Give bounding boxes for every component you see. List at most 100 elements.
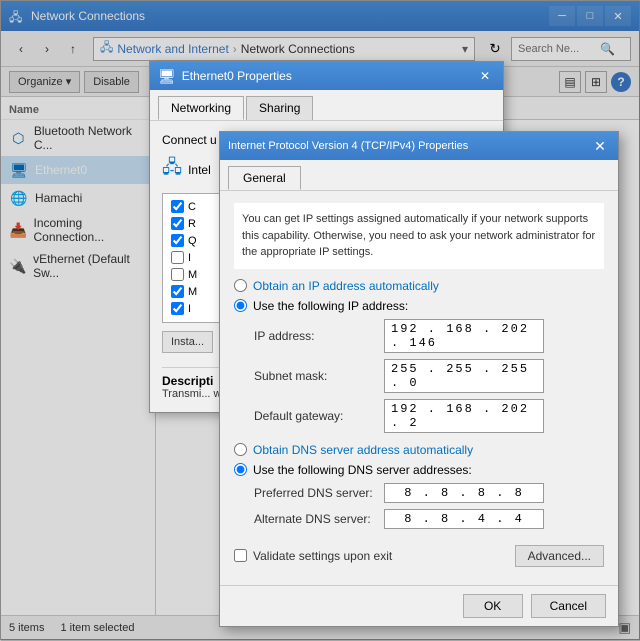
alternate-dns-row: Alternate DNS server: 8 . 8 . 4 . 4 (254, 509, 604, 529)
intel-label: Intel (188, 163, 211, 177)
radio-obtain-dns-auto-label: Obtain DNS server address automatically (253, 443, 473, 457)
col-header-name: Name (1, 101, 155, 120)
ethernet0-icon: 🖥 (9, 160, 29, 180)
radio-obtain-dns-auto-input[interactable] (234, 443, 247, 456)
items-count: 5 items (9, 622, 44, 634)
sidebar-item-bluetooth[interactable]: ⬡ Bluetooth Network C... (1, 120, 155, 156)
ip-address-label: IP address: (254, 329, 384, 343)
tcp-info-text: You can get IP settings assigned automat… (234, 203, 604, 269)
title-bar: 🖧 Network Connections ─ □ ✕ (1, 1, 639, 31)
disable-button[interactable]: Disable (84, 71, 139, 93)
name-column-header: Name (9, 104, 39, 116)
address-crumb1: Network and Internet (117, 42, 228, 56)
intel-icon: 🖧 (162, 155, 182, 185)
hamachi-icon: 🌐 (9, 188, 29, 208)
ethernet-modal-title: Ethernet0 Properties (182, 69, 475, 83)
sidebar-label-ethernet0: Ethernet0 (35, 163, 87, 177)
ip-address-row: IP address: 192 . 168 . 202 . 146 (254, 319, 604, 353)
tab-general[interactable]: General (228, 166, 301, 190)
help-button[interactable]: ? (611, 72, 631, 92)
radio-obtain-dns-auto[interactable]: Obtain DNS server address automatically (234, 443, 604, 457)
sidebar-label-bluetooth: Bluetooth Network C... (34, 124, 147, 152)
view-toggle-button[interactable]: ⊞ (585, 71, 607, 93)
back-button[interactable]: ‹ (9, 37, 33, 61)
dropdown-icon[interactable]: ▾ (462, 42, 468, 56)
radio-use-following-dns[interactable]: Use the following DNS server addresses: (234, 463, 604, 477)
address-sep1: › (233, 42, 237, 56)
refresh-button[interactable]: ↻ (483, 37, 507, 61)
ip-fields-group: IP address: 192 . 168 . 202 . 146 Subnet… (254, 319, 604, 433)
radio-use-following-label: Use the following IP address: (253, 299, 408, 313)
nav-buttons: ‹ › ↑ (9, 37, 85, 61)
search-input[interactable] (518, 43, 598, 55)
main-window: 🖧 Network Connections ─ □ ✕ ‹ › ↑ 🖧 Netw… (0, 0, 640, 640)
preferred-dns-field[interactable]: 8 . 8 . 8 . 8 (384, 483, 544, 503)
ethernet-modal-titlebar: 🖥 Ethernet0 Properties ✕ (150, 62, 503, 90)
organize-button[interactable]: Organize ▾ (9, 71, 80, 93)
install-button[interactable]: Insta... (162, 331, 213, 353)
selected-count: 1 item selected (60, 622, 134, 634)
radio-obtain-auto-label: Obtain an IP address automatically (253, 279, 439, 293)
tcp-tab-bar: General (220, 160, 618, 191)
incoming-icon: 📥 (9, 220, 28, 240)
subnet-mask-label: Subnet mask: (254, 369, 384, 383)
default-gateway-row: Default gateway: 192 . 168 . 202 . 2 (254, 399, 604, 433)
validate-checkbox[interactable] (234, 549, 247, 562)
dialog-buttons: OK Cancel (220, 585, 618, 626)
radio-obtain-auto[interactable]: Obtain an IP address automatically (234, 279, 604, 293)
ethernet-modal-icon: 🖥 (158, 68, 176, 85)
organize-dropdown-icon: ▾ (66, 76, 72, 88)
sidebar-label-hamachi: Hamachi (35, 191, 82, 205)
address-bar[interactable]: 🖧 Network and Internet › Network Connect… (93, 37, 475, 61)
radio-obtain-auto-input[interactable] (234, 279, 247, 292)
preferred-dns-row: Preferred DNS server: 8 . 8 . 8 . 8 (254, 483, 604, 503)
address-icon: 🖧 (100, 38, 113, 59)
radio-use-following-dns-input[interactable] (234, 463, 247, 476)
subnet-mask-row: Subnet mask: 255 . 255 . 255 . 0 (254, 359, 604, 393)
maximize-button[interactable]: □ (577, 6, 603, 26)
vethernet-icon: 🔌 (9, 256, 27, 276)
sidebar-item-incoming[interactable]: 📥 Incoming Connection... (1, 212, 155, 248)
ethernet-modal-tabs: Networking Sharing (150, 90, 503, 121)
sidebar-item-ethernet0[interactable]: 🖥 Ethernet0 (1, 156, 155, 184)
tab-sharing[interactable]: Sharing (246, 96, 313, 120)
view-details-button[interactable]: ▤ (559, 71, 581, 93)
ethernet-modal-close[interactable]: ✕ (475, 67, 495, 85)
default-gateway-field[interactable]: 192 . 168 . 202 . 2 (384, 399, 544, 433)
sidebar-label-incoming: Incoming Connection... (34, 216, 148, 244)
sidebar: Name ⬡ Bluetooth Network C... 🖥 Ethernet… (1, 97, 156, 615)
validate-checkbox-row: Validate settings upon exit (234, 549, 392, 563)
tab-networking[interactable]: Networking (158, 96, 244, 120)
title-bar-controls: ─ □ ✕ (549, 6, 631, 26)
tcp-properties-modal: Internet Protocol Version 4 (TCP/IPv4) P… (219, 131, 619, 627)
cancel-button[interactable]: Cancel (531, 594, 606, 618)
tcp-modal-title: Internet Protocol Version 4 (TCP/IPv4) P… (228, 140, 590, 152)
tcp-modal-close[interactable]: ✕ (590, 137, 610, 155)
minimize-button[interactable]: ─ (549, 6, 575, 26)
search-box: 🔍 (511, 37, 631, 61)
address-crumb2: Network Connections (241, 42, 355, 56)
subnet-mask-field[interactable]: 255 . 255 . 255 . 0 (384, 359, 544, 393)
sidebar-item-hamachi[interactable]: 🌐 Hamachi (1, 184, 155, 212)
tcp-modal-titlebar: Internet Protocol Version 4 (TCP/IPv4) P… (220, 132, 618, 160)
advanced-button[interactable]: Advanced... (515, 545, 604, 567)
tcp-modal-body: You can get IP settings assigned automat… (220, 191, 618, 585)
validate-advanced-row: Validate settings upon exit Advanced... (234, 539, 604, 573)
validate-label: Validate settings upon exit (253, 549, 392, 563)
ip-address-field[interactable]: 192 . 168 . 202 . 146 (384, 319, 544, 353)
window-icon: 🖧 (9, 8, 25, 24)
radio-use-following[interactable]: Use the following IP address: (234, 299, 604, 313)
default-gateway-label: Default gateway: (254, 409, 384, 423)
ok-button[interactable]: OK (463, 594, 523, 618)
bluetooth-icon: ⬡ (9, 128, 28, 148)
radio-use-following-input[interactable] (234, 299, 247, 312)
close-button[interactable]: ✕ (605, 6, 631, 26)
sidebar-item-vethernet[interactable]: 🔌 vEthernet (Default Sw... (1, 248, 155, 284)
resize-grip[interactable]: ▣ (618, 620, 631, 636)
window-title: Network Connections (31, 9, 549, 23)
forward-button[interactable]: › (35, 37, 59, 61)
alternate-dns-field[interactable]: 8 . 8 . 4 . 4 (384, 509, 544, 529)
radio-use-following-dns-label: Use the following DNS server addresses: (253, 463, 472, 477)
up-button[interactable]: ↑ (61, 37, 85, 61)
sidebar-label-vethernet: vEthernet (Default Sw... (33, 252, 147, 280)
